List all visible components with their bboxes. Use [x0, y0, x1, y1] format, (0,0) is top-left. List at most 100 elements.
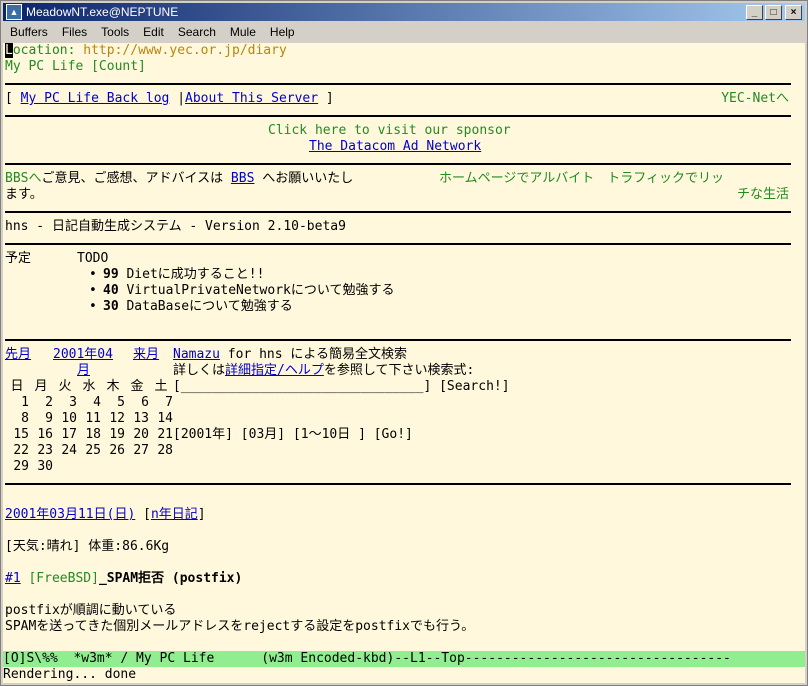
- title-bar[interactable]: ▲ MeadowNT.exe@NEPTUNE _ □ ×: [3, 3, 805, 21]
- bbs-text-cont: へお願いいたし: [254, 171, 354, 186]
- location-line: Location: http://www.yec.or.jp/diary: [5, 43, 287, 59]
- maximize-button[interactable]: □: [765, 4, 782, 20]
- search-button[interactable]: [Search!]: [439, 379, 509, 394]
- calendar-day[interactable]: 5: [101, 395, 125, 411]
- calendar-weekday: 水: [82, 379, 96, 394]
- todo-label: 予定: [5, 251, 32, 266]
- year-select[interactable]: [2001年]: [173, 427, 233, 442]
- calendar-day[interactable]: 22: [5, 443, 29, 459]
- search-title-text: for hns による簡易全文検索: [219, 347, 408, 362]
- search-form: [_______________________________] [Searc…: [173, 379, 510, 395]
- bbs-prefix[interactable]: BBSへ: [5, 171, 41, 186]
- calendar-weekday: 火: [58, 379, 72, 394]
- menu-help[interactable]: Help: [263, 25, 302, 39]
- calendar-day[interactable]: 23: [29, 443, 53, 459]
- menu-edit[interactable]: Edit: [136, 25, 171, 39]
- calendar-day[interactable]: 2: [29, 395, 53, 411]
- divider: [5, 115, 791, 117]
- calendar-day[interactable]: 27: [125, 443, 149, 459]
- menu-buffers[interactable]: Buffers: [3, 25, 55, 39]
- calendar-day[interactable]: 12: [101, 411, 125, 427]
- detail-help-link[interactable]: 詳細指定/ヘルプ: [225, 363, 324, 378]
- calendar-day[interactable]: 29: [5, 459, 29, 475]
- calendar-day[interactable]: 13: [125, 411, 149, 427]
- menu-mule[interactable]: Mule: [223, 25, 263, 39]
- calendar-day[interactable]: 10: [53, 411, 77, 427]
- sponsor-link[interactable]: The Datacom Ad Network: [309, 139, 481, 155]
- bbs-line: BBSへご意見、ご感想、アドバイスは BBS へお願いいたし: [5, 171, 353, 187]
- app-icon: ▲: [6, 4, 22, 20]
- namazu-link[interactable]: Namazu: [173, 347, 220, 362]
- editor-buffer[interactable]: Location: http://www.yec.or.jp/diary My …: [3, 43, 805, 651]
- entry-anchor-link[interactable]: #1: [5, 571, 21, 586]
- window-title: MeadowNT.exe@NEPTUNE: [26, 5, 179, 19]
- current-month-link-cont[interactable]: 月: [77, 363, 90, 379]
- divider: [5, 243, 791, 245]
- nav-separator: |: [169, 91, 186, 106]
- calendar-day[interactable]: 1: [5, 395, 29, 411]
- calendar-day[interactable]: 9: [29, 411, 53, 427]
- go-button[interactable]: [Go!]: [374, 427, 413, 442]
- calendar-day[interactable]: 21: [149, 427, 173, 443]
- calendar-day[interactable]: 15: [5, 427, 29, 443]
- divider: [5, 483, 791, 485]
- minibuffer[interactable]: Rendering... done: [3, 667, 805, 683]
- calendar-day[interactable]: 11: [77, 411, 101, 427]
- todo-priority: 99: [103, 267, 119, 282]
- entry-body: postfixが順調に動いている: [5, 603, 177, 618]
- todo-item: • 30 DataBaseについて勉強する: [89, 299, 293, 314]
- calendar-weekday: 月: [34, 379, 48, 394]
- calendar-day: [53, 459, 77, 475]
- menu-files[interactable]: Files: [55, 25, 94, 39]
- calendar-day[interactable]: 26: [101, 443, 125, 459]
- calendar-day[interactable]: 17: [53, 427, 77, 443]
- next-month-link[interactable]: 来月: [133, 347, 159, 363]
- calendar-day[interactable]: 24: [53, 443, 77, 459]
- prev-month-link[interactable]: 先月: [5, 347, 31, 363]
- month-select[interactable]: [03月]: [241, 427, 285, 442]
- about-link[interactable]: About This Server: [185, 91, 318, 106]
- date-filter: [2001年] [03月] [1～10日 ] [Go!]: [173, 427, 413, 443]
- part-time-link-cont[interactable]: チな生活: [737, 187, 789, 203]
- location-url[interactable]: http://www.yec.or.jp/diary: [83, 43, 287, 58]
- todo-text: DataBaseについて勉強する: [126, 299, 293, 314]
- location-label: Location:: [5, 43, 76, 58]
- divider: [5, 339, 791, 341]
- calendar-day[interactable]: 4: [77, 395, 101, 411]
- calendar-day[interactable]: 28: [149, 443, 173, 459]
- calendar-day[interactable]: 7: [149, 395, 173, 411]
- current-month-link[interactable]: 2001年04: [53, 347, 113, 363]
- minimize-button[interactable]: _: [746, 4, 763, 20]
- todo-text: Dietに成功すること!!: [126, 267, 265, 282]
- bbs-link[interactable]: BBS: [231, 171, 254, 186]
- entry-date-link[interactable]: 2001年03月11日(日): [5, 507, 135, 522]
- divider: [5, 163, 791, 165]
- calendar-week: 29 30: [5, 459, 173, 475]
- calendar-day[interactable]: 3: [53, 395, 77, 411]
- calendar-day[interactable]: 8: [5, 411, 29, 427]
- calendar-day[interactable]: 25: [77, 443, 101, 459]
- search-input[interactable]: [_______________________________]: [173, 379, 431, 394]
- calendar-day[interactable]: 16: [29, 427, 53, 443]
- calendar-day[interactable]: 14: [149, 411, 173, 427]
- close-button[interactable]: ×: [785, 4, 802, 20]
- calendar-day[interactable]: 19: [101, 427, 125, 443]
- todo-item: • 99 Dietに成功すること!!: [89, 267, 265, 282]
- calendar-day: [149, 459, 173, 475]
- day-range-select[interactable]: [1～10日 ]: [293, 427, 366, 442]
- n-year-diary-link[interactable]: n年日記: [151, 507, 198, 522]
- todo-priority: 40: [103, 283, 119, 298]
- calendar-day[interactable]: 30: [29, 459, 53, 475]
- calendar-day[interactable]: 20: [125, 427, 149, 443]
- menu-tools[interactable]: Tools: [94, 25, 136, 39]
- yecnet-link[interactable]: YEC-Netへ: [721, 91, 789, 107]
- app-window: ▲ MeadowNT.exe@NEPTUNE _ □ × Buffers Fil…: [0, 0, 808, 686]
- backlog-link[interactable]: My PC Life Back log: [21, 91, 170, 106]
- divider: [5, 83, 791, 85]
- calendar-week: 15 16 17 18 19 20 21: [5, 427, 173, 443]
- calendar-day[interactable]: 18: [77, 427, 101, 443]
- menu-search[interactable]: Search: [171, 25, 223, 39]
- calendar-day[interactable]: 6: [125, 395, 149, 411]
- sponsor-text: Click here to visit our sponsor: [268, 123, 511, 138]
- part-time-link[interactable]: ホームページでアルバイト トラフィックでリッ: [439, 171, 724, 187]
